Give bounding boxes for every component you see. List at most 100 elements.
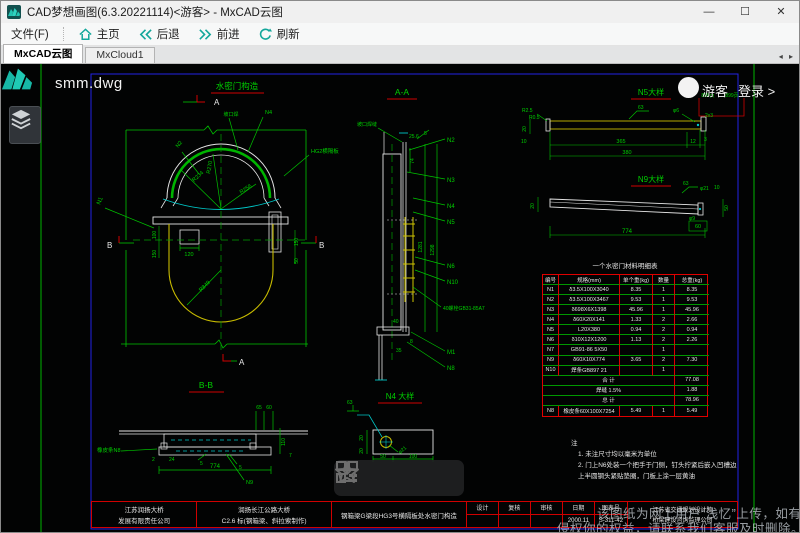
td-design [467, 515, 499, 528]
forward-button[interactable]: 前进 [189, 23, 249, 45]
n5-detail: N5大样 R2.5 R0.5 20 10 63 φ6 2x3 365 12 [521, 87, 713, 160]
td: 45.96 [675, 305, 709, 315]
dim-24: 24 [169, 457, 175, 463]
td: 0.94 [620, 325, 653, 335]
phi21-label: φ21 [700, 186, 709, 192]
td: 2 [653, 315, 675, 325]
td: 橡皮条60X100X7254 [559, 406, 620, 416]
label-rubber-n8: 橡皮条N8 [97, 446, 121, 454]
window-titlebar: CAD梦想画图(6.3.20221114)<游客> - MxCAD云图 — ☐ … [1, 1, 799, 23]
section-marker-b-right: B [319, 241, 324, 250]
th: 编号 [543, 275, 559, 285]
td: 焊条GB897 21 [559, 366, 620, 376]
qrcode-button[interactable] [427, 464, 457, 492]
td: 45.96 [620, 305, 653, 315]
aa-section: A-A 坡口焊缝 25.6 5 74 [357, 87, 485, 380]
dim-50: 50 [294, 258, 300, 264]
radius-label: R234 [191, 170, 205, 183]
n9-title: N9大样 [638, 174, 664, 184]
material-table-title: 一个水密门材料明细表 [542, 260, 708, 270]
app-window: CAD梦想画图(6.3.20221114)<游客> - MxCAD云图 — ☐ … [0, 0, 800, 533]
home-button[interactable]: 主页 [69, 23, 129, 45]
forward-label: 前进 [217, 26, 240, 42]
weld-label: 焊缝 1.5% [543, 386, 675, 396]
tab-bar: MxCAD云图 MxCloud1 ◂ ▸ [1, 46, 799, 64]
td: 1 [653, 285, 675, 295]
label-n4: N4 [447, 204, 455, 210]
dim-7: 7 [289, 453, 292, 459]
td [620, 366, 653, 376]
n4-detail: N4 大样 φ21 63 20 20 50 100 [347, 391, 433, 462]
tab-scroll-arrows[interactable]: ◂ ▸ [779, 52, 799, 63]
dim-10: 10 [714, 185, 720, 191]
avatar[interactable] [678, 77, 699, 98]
th: 数量 [653, 275, 675, 285]
tab-mxcloud1[interactable]: MxCloud1 [85, 47, 154, 63]
section-marker-a-top: A [214, 98, 220, 107]
tab-mxcad[interactable]: MxCAD云图 [3, 44, 83, 63]
td: 9.53 [675, 295, 709, 305]
dim-150: 150 [152, 250, 158, 259]
td: N6 [543, 335, 559, 345]
td: 8.35 [675, 285, 709, 295]
td: 1 [653, 366, 675, 376]
back-button[interactable]: 后退 [129, 23, 189, 45]
note-line: 2. 门上N6处装一个把手于门侧，钉头拧紧后嵌入凹槽边 [571, 460, 743, 471]
login-button[interactable]: 登录 > [738, 81, 775, 100]
dim-74: 74 [410, 158, 416, 164]
plan-view: 水密门构造 A B B [96, 81, 339, 392]
th-audit: 审核 [531, 502, 563, 515]
drawing-notes: 注 1. 未注尺寸均以毫米为单位 2. 门上N6处装一个把手于门侧，钉头拧紧后嵌… [571, 438, 743, 482]
menu-separator [63, 27, 65, 41]
favorite-button[interactable] [384, 464, 414, 492]
file-menu[interactable]: 文件(F) [1, 26, 59, 42]
note-line: 1. 未注尺寸均以毫米为单位 [571, 449, 743, 460]
dim-365: 365 [616, 139, 625, 145]
dim-380: 380 [622, 150, 631, 156]
dim-8: 8 [410, 339, 413, 345]
user-label[interactable]: 游客 [702, 81, 728, 100]
th-check: 复核 [499, 502, 531, 515]
filename-label: smm.dwg [55, 75, 123, 92]
td: 2 [653, 356, 675, 366]
td: 7.30 [675, 356, 709, 366]
radius-label: R270 [206, 160, 214, 174]
radius-label: R256 [239, 183, 253, 195]
dim-100: 100 [152, 231, 158, 240]
refresh-button[interactable]: 刷新 [249, 23, 309, 45]
watermark-line2: 侵权你的权益，请联系我们客服及时删除。 [557, 518, 800, 533]
dim-120: 120 [184, 252, 193, 258]
menubar: 文件(F) 主页 后退 前进 刷新 [1, 23, 799, 46]
td: 1 [653, 295, 675, 305]
td: N9 [543, 356, 559, 366]
close-button[interactable]: ✕ [763, 1, 799, 23]
n4-title: N4 大样 [386, 391, 414, 401]
layers-button[interactable] [9, 106, 41, 144]
label-n2: N2 [447, 138, 455, 144]
minimize-button[interactable]: — [691, 1, 727, 23]
td: L20X380 [559, 325, 620, 335]
n9-detail: N9大样 63 φ21 10 20 50 φ9 60 774 [530, 174, 730, 238]
dim-65: 65 [256, 405, 262, 411]
k23-label: 2x3 [705, 113, 713, 119]
td: 5.49 [620, 406, 653, 416]
dim-1298: 1298 [430, 244, 436, 255]
weld-value: 1.88 [675, 386, 709, 396]
td: 1 [653, 345, 675, 355]
th-date: 日期 [563, 502, 595, 515]
home-label: 主页 [97, 26, 120, 42]
td: 9.53 [620, 295, 653, 305]
dim-5b: 5 [239, 465, 242, 471]
dim-20: 20 [522, 126, 528, 132]
td: 0.94 [675, 325, 709, 335]
dim-20: 20 [530, 203, 536, 209]
td: δ3.5X100X3040 [559, 285, 620, 295]
project-line2: C2.6 标(钢箱梁、斜拉索制作) [197, 515, 331, 525]
td: δ3.5X100X3467 [559, 295, 620, 305]
td: N1 [543, 285, 559, 295]
cad-canvas[interactable]: 896页 899页 水密门构造 A B [1, 64, 800, 533]
part-label-n4: N4 [265, 110, 272, 116]
maximize-button[interactable]: ☐ [727, 1, 763, 23]
td: δ60X20X141 [559, 315, 620, 325]
label-n5: N5 [447, 220, 455, 226]
